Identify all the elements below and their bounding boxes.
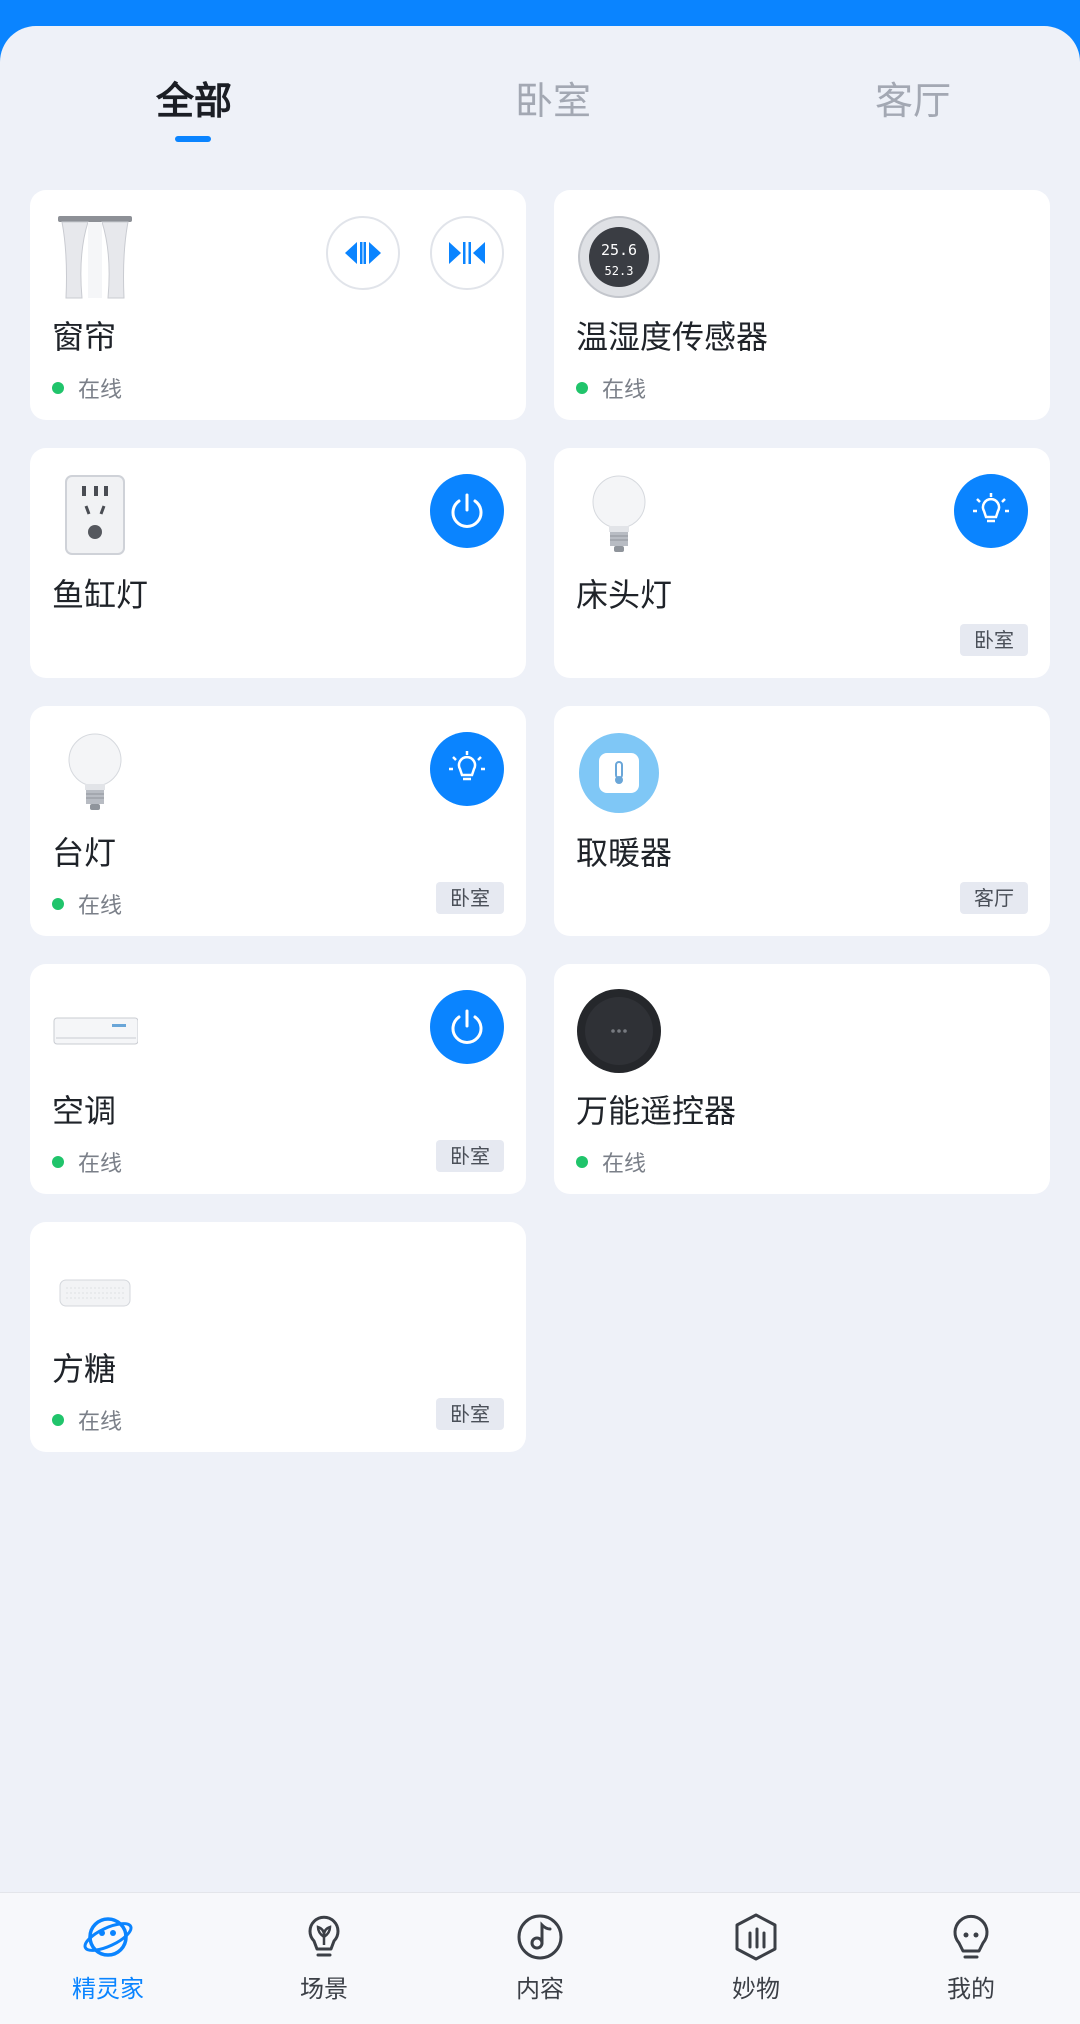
svg-text:25.6: 25.6: [601, 241, 637, 259]
nav-label: 场景: [300, 1975, 348, 2003]
device-card-heater[interactable]: 取暖器 客厅: [554, 706, 1050, 936]
online-dot: [52, 1414, 64, 1426]
device-name: 空调: [52, 1092, 117, 1130]
device-status: 在线: [576, 1146, 646, 1178]
device-name: 台灯: [52, 834, 117, 872]
tab-bedroom[interactable]: 卧室: [515, 70, 591, 125]
room-tag: 卧室: [436, 1398, 504, 1430]
ir-remote-hub-icon: [576, 988, 662, 1074]
room-tag: 客厅: [960, 882, 1028, 914]
planet-icon: [83, 1917, 133, 1957]
nav-scenes[interactable]: 场景: [254, 1911, 394, 2004]
svg-text:52.3: 52.3: [605, 264, 634, 278]
device-card-universal-remote[interactable]: 万能遥控器 在线: [554, 964, 1050, 1194]
room-tag: 卧室: [436, 882, 504, 914]
device-status: 在线: [52, 372, 122, 404]
device-name: 万能遥控器: [576, 1092, 737, 1130]
device-card-bedside-lamp[interactable]: 床头灯 卧室: [554, 448, 1050, 678]
device-status: 在线: [52, 1146, 122, 1178]
speaker-box-icon: [52, 1246, 138, 1332]
status-text: 在线: [78, 894, 123, 919]
status-text: 在线: [78, 378, 123, 403]
air-conditioner-icon: [52, 988, 139, 1074]
curtain-icon: [52, 214, 138, 300]
smart-plug-icon: [52, 472, 138, 558]
curtain-open-button[interactable]: [326, 216, 400, 290]
power-button[interactable]: [430, 474, 504, 548]
device-status: 在线: [52, 888, 122, 920]
power-button[interactable]: [430, 990, 504, 1064]
online-dot: [576, 1156, 588, 1168]
online-dot: [576, 382, 588, 394]
scene-bulb-icon: [308, 1915, 340, 1957]
light-icon: [973, 493, 1009, 523]
room-tag: 卧室: [436, 1140, 504, 1172]
device-name: 床头灯: [576, 576, 673, 614]
main-sheet: 全部 卧室 客厅 窗帘 在线 25.6 52.3 温湿度传感器 在线 鱼缸灯 床…: [0, 26, 1080, 2024]
nav-shop[interactable]: 妙物: [686, 1911, 826, 2004]
curtain-close-button[interactable]: [430, 216, 504, 290]
nav-content[interactable]: 内容: [470, 1911, 610, 2004]
status-text: 在线: [78, 1410, 123, 1435]
light-toggle-button[interactable]: [430, 732, 504, 806]
nav-label: 我的: [947, 1975, 995, 2003]
online-dot: [52, 898, 64, 910]
nav-profile[interactable]: 我的: [901, 1911, 1041, 2004]
nav-label: 精灵家: [72, 1975, 144, 2003]
profile-icon: [953, 1914, 989, 1959]
nav-home[interactable]: 精灵家: [38, 1911, 178, 2004]
shop-bag-icon: [735, 1913, 777, 1961]
bulb-icon: [52, 730, 138, 816]
device-status: 在线: [52, 1404, 122, 1436]
tab-all[interactable]: 全部: [156, 70, 232, 125]
active-tab-indicator: [175, 136, 211, 142]
power-icon: [451, 1009, 483, 1044]
curtain-close-icon: [449, 242, 485, 264]
online-dot: [52, 382, 64, 394]
device-status: 在线: [576, 372, 646, 404]
device-card-curtain[interactable]: 窗帘 在线: [30, 190, 526, 420]
bulb-icon: [576, 472, 662, 558]
device-name: 窗帘: [52, 318, 117, 356]
status-text: 在线: [602, 378, 647, 403]
device-name: 温湿度传感器: [576, 318, 769, 356]
status-text: 在线: [602, 1152, 647, 1177]
curtain-open-icon: [345, 242, 381, 264]
thermo-hygrometer-icon: 25.6 52.3: [576, 214, 662, 300]
device-name: 鱼缸灯: [52, 576, 149, 614]
device-card-fangtang[interactable]: 方糖 在线 卧室: [30, 1222, 526, 1452]
room-tabs: 全部 卧室 客厅: [0, 26, 1080, 166]
status-text: 在线: [78, 1152, 123, 1177]
online-dot: [52, 1156, 64, 1168]
device-card-fish-tank-light[interactable]: 鱼缸灯: [30, 448, 526, 678]
bottom-nav: 精灵家 场景 内容 妙物 我的: [0, 1892, 1080, 2024]
device-card-air-conditioner[interactable]: 空调 在线 卧室: [30, 964, 526, 1194]
device-name: 取暖器: [576, 834, 673, 872]
nav-label: 妙物: [732, 1975, 780, 2003]
tab-living-room[interactable]: 客厅: [875, 70, 951, 125]
device-card-desk-lamp[interactable]: 台灯 在线 卧室: [30, 706, 526, 936]
light-toggle-button[interactable]: [954, 474, 1028, 548]
nav-label: 内容: [516, 1975, 564, 2003]
power-icon: [451, 493, 483, 528]
device-card-thermo-hygrometer[interactable]: 25.6 52.3 温湿度传感器 在线: [554, 190, 1050, 420]
music-note-icon: [517, 1914, 563, 1960]
light-icon: [449, 751, 485, 781]
heater-icon: [576, 730, 662, 816]
room-tag: 卧室: [960, 624, 1028, 656]
device-name: 方糖: [52, 1350, 117, 1388]
